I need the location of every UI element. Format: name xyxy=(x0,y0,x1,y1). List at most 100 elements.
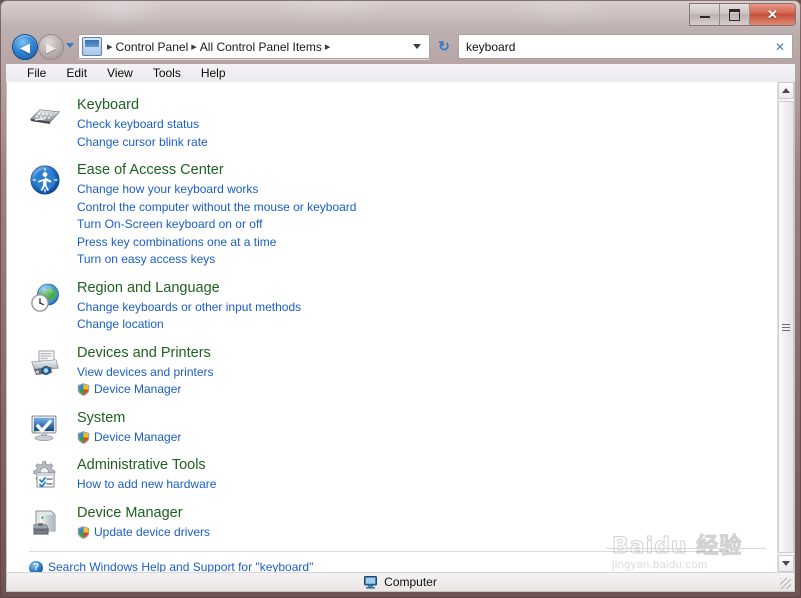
system-icon xyxy=(29,412,61,444)
result-link-label: Update device drivers xyxy=(94,524,211,539)
uac-shield-icon xyxy=(77,525,90,539)
result-link-label: Change how your keyboard works xyxy=(77,182,259,196)
uac-shield-icon xyxy=(77,383,90,396)
menu-help[interactable]: Help xyxy=(194,65,233,81)
close-button[interactable]: ✕ xyxy=(750,4,795,25)
forward-button[interactable]: ▶ xyxy=(38,34,64,60)
search-value: keyboard xyxy=(466,39,516,54)
result-link-label: View devices and printers xyxy=(77,364,214,379)
scroll-down-button[interactable] xyxy=(778,555,794,572)
group-title-link[interactable]: System xyxy=(77,409,125,428)
ease-of-access-icon xyxy=(29,164,61,196)
chevron-down-icon xyxy=(782,561,790,566)
result-link-label: Turn on easy access keys xyxy=(77,252,216,266)
chevron-up-icon xyxy=(782,88,790,93)
result-link[interactable]: Check keyboard status xyxy=(77,116,779,134)
result-link-label: How to add new hardware xyxy=(77,477,217,491)
device-manager-icon xyxy=(29,507,61,539)
refresh-icon: ↻ xyxy=(438,37,450,54)
minimize-button[interactable] xyxy=(690,4,720,25)
result-link[interactable]: Change location xyxy=(77,316,779,334)
group-title-link[interactable]: Device Manager xyxy=(77,504,183,523)
clear-search-icon[interactable]: ✕ xyxy=(775,40,785,54)
menu-tools[interactable]: Tools xyxy=(146,65,188,81)
breadcrumb-separator-icon[interactable]: ▸ xyxy=(325,40,331,53)
breadcrumb-separator-icon: ▸ xyxy=(191,41,197,53)
result-group: Keyboard Check keyboard status Change curs… xyxy=(7,96,779,151)
result-link-label: Press key combinations one at a time xyxy=(77,234,277,249)
results-list: Keyboard Check keyboard status Change curs… xyxy=(7,82,779,572)
status-label: Computer xyxy=(384,575,437,589)
menu-file[interactable]: File xyxy=(20,65,53,81)
result-link[interactable]: Change keyboards or other input methods xyxy=(77,299,779,317)
window-controls: ✕ xyxy=(689,3,796,26)
result-group: Region and Language Change keyboards or o… xyxy=(7,279,779,334)
group-title-link[interactable]: Devices and Printers xyxy=(77,344,211,363)
result-link-label: Check keyboard status xyxy=(77,117,200,131)
search-input[interactable]: keyboard ✕ xyxy=(458,34,793,59)
recent-pages-dropdown-icon[interactable] xyxy=(66,43,74,48)
result-group: System Device Manager xyxy=(7,409,779,447)
result-link-label: Change cursor blink rate xyxy=(77,134,208,149)
menu-view[interactable]: View xyxy=(100,65,140,81)
result-link-label: Change location xyxy=(77,317,164,331)
breadcrumb-control-panel[interactable]: Control Panel xyxy=(116,40,189,54)
maximize-icon xyxy=(729,8,740,21)
address-bar[interactable]: ▸ Control Panel ▸ All Control Panel Item… xyxy=(78,34,430,59)
result-group: Administrative Tools How to add new hardw… xyxy=(7,456,779,494)
result-link[interactable]: View devices and printers xyxy=(77,364,779,382)
result-link[interactable]: Change cursor blink rate xyxy=(77,134,779,152)
scrollbar-grip-icon xyxy=(782,323,790,331)
result-group: Device Manager Update device drivers xyxy=(7,504,779,542)
result-link[interactable]: Change how your keyboard works xyxy=(77,181,779,199)
navigation-bar: ◀ ▶ ▸ Control Panel ▸ All Control Panel … xyxy=(6,31,795,61)
result-link[interactable]: Device Manager xyxy=(77,429,779,447)
computer-icon xyxy=(364,575,378,589)
uac-shield-icon xyxy=(77,430,90,444)
breadcrumb-all-control-panel-items[interactable]: All Control Panel Items xyxy=(200,40,322,54)
keyboard-icon xyxy=(29,99,61,131)
back-arrow-icon: ◀ xyxy=(20,39,30,55)
scroll-up-button[interactable] xyxy=(778,82,794,99)
search-help-row[interactable]: ? Search Windows Help and Support for "ke… xyxy=(7,560,779,572)
group-title-link[interactable]: Ease of Access Center xyxy=(77,161,224,180)
result-group: Ease of Access Center Change how your key… xyxy=(7,161,779,269)
address-dropdown-icon[interactable] xyxy=(413,44,421,49)
breadcrumb-separator-icon: ▸ xyxy=(107,41,113,53)
menu-bar: File Edit View Tools Help xyxy=(6,64,795,83)
result-link-label: Device Manager xyxy=(94,429,182,444)
control-panel-window: ✕ ◀ ▶ ▸ Control Panel ▸ All Control Pane… xyxy=(0,0,801,598)
back-button[interactable]: ◀ xyxy=(12,34,38,60)
devices-printers-icon xyxy=(29,347,61,379)
vertical-scrollbar[interactable] xyxy=(777,82,794,572)
result-link[interactable]: Device Manager xyxy=(77,381,779,399)
result-link[interactable]: Update device drivers xyxy=(77,524,779,542)
administrative-tools-icon xyxy=(29,459,61,491)
scrollbar-thumb[interactable] xyxy=(778,101,794,553)
result-link-label: Turn On-Screen keyboard on or off xyxy=(77,217,263,231)
result-link-label: Device Manager xyxy=(94,382,182,396)
help-icon: ? xyxy=(29,561,43,572)
result-link[interactable]: Turn on easy access keys xyxy=(77,251,779,269)
close-icon: ✕ xyxy=(767,7,778,22)
maximize-button[interactable] xyxy=(720,4,750,25)
group-title-link[interactable]: Keyboard xyxy=(77,96,139,115)
resize-grip-icon[interactable] xyxy=(780,578,791,589)
control-panel-icon xyxy=(82,37,102,56)
section-divider xyxy=(29,551,729,552)
group-title-link[interactable]: Administrative Tools xyxy=(77,456,206,475)
menu-edit[interactable]: Edit xyxy=(59,65,94,81)
result-link[interactable]: How to add new hardware xyxy=(77,476,779,494)
result-link[interactable]: Turn On-Screen keyboard on or off xyxy=(77,216,779,234)
forward-arrow-icon: ▶ xyxy=(46,39,56,55)
status-bar: Computer xyxy=(6,572,795,592)
group-title-link[interactable]: Region and Language xyxy=(77,279,220,298)
search-results-pane: Keyboard Check keyboard status Change curs… xyxy=(6,82,795,572)
result-group: Devices and Printers View devices and pri… xyxy=(7,344,779,399)
result-link-label: Control the computer without the mouse o… xyxy=(77,199,357,214)
minimize-icon xyxy=(699,16,710,18)
result-link[interactable]: Control the computer without the mouse o… xyxy=(77,199,779,217)
refresh-button[interactable]: ↻ xyxy=(434,36,454,56)
result-link[interactable]: Press key combinations one at a time xyxy=(77,234,779,252)
title-bar: ✕ xyxy=(0,0,801,30)
